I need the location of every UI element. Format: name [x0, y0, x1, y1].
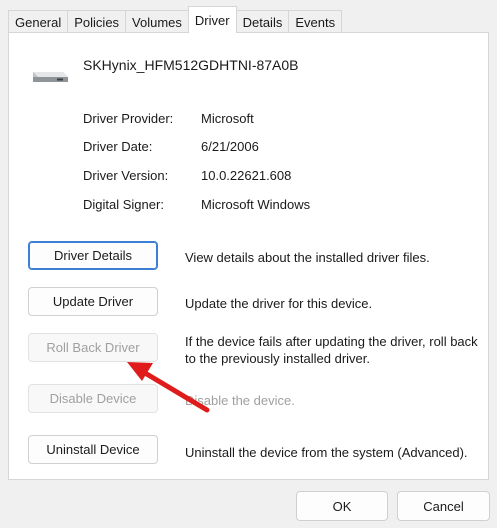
disable-device-description: Disable the device. — [185, 393, 295, 408]
driver-version-value: 10.0.22621.608 — [201, 168, 292, 183]
driver-date-value: 6/21/2006 — [201, 139, 259, 154]
disable-device-button: Disable Device — [28, 384, 158, 413]
tab-volumes[interactable]: Volumes — [125, 10, 189, 33]
driver-details-description: View details about the installed driver … — [185, 250, 430, 265]
tab-strip: General Policies Volumes Driver Details … — [8, 6, 343, 33]
driver-panel: SKHynix_HFM512GDHTNI-87A0B Driver Provid… — [8, 32, 489, 480]
driver-details-button[interactable]: Driver Details — [28, 241, 158, 270]
drive-icon — [31, 66, 69, 89]
tab-details[interactable]: Details — [235, 10, 290, 33]
tab-general[interactable]: General — [8, 10, 69, 33]
cancel-button[interactable]: Cancel — [397, 491, 490, 521]
digital-signer-label: Digital Signer: — [83, 197, 164, 212]
device-name: SKHynix_HFM512GDHTNI-87A0B — [83, 57, 299, 73]
tab-events[interactable]: Events — [288, 10, 343, 33]
update-driver-description: Update the driver for this device. — [185, 296, 373, 311]
digital-signer-value: Microsoft Windows — [201, 197, 311, 212]
ok-button[interactable]: OK — [296, 491, 388, 521]
driver-version-label: Driver Version: — [83, 168, 169, 183]
uninstall-device-description: Uninstall the device from the system (Ad… — [185, 445, 468, 460]
tab-driver[interactable]: Driver — [187, 6, 237, 33]
roll-back-driver-description: If the device fails after updating the d… — [185, 334, 478, 366]
roll-back-driver-button: Roll Back Driver — [28, 333, 158, 362]
driver-provider-value: Microsoft — [201, 111, 254, 126]
driver-provider-label: Driver Provider: — [83, 111, 174, 126]
tab-policies[interactable]: Policies — [67, 10, 127, 33]
uninstall-device-button[interactable]: Uninstall Device — [28, 435, 158, 464]
update-driver-button[interactable]: Update Driver — [28, 287, 158, 316]
driver-date-label: Driver Date: — [83, 139, 153, 154]
